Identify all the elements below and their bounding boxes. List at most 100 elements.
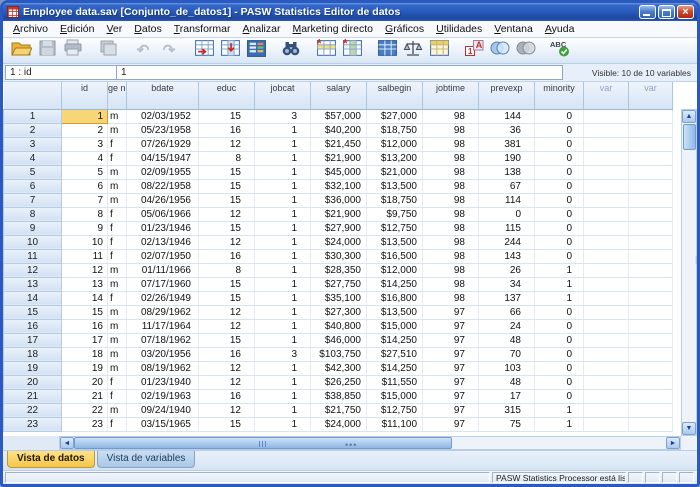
- cell[interactable]: 0: [535, 193, 584, 207]
- cell[interactable]: 98: [423, 207, 479, 221]
- cell[interactable]: m: [108, 305, 127, 319]
- cell[interactable]: 0: [535, 109, 584, 123]
- cell[interactable]: 97: [423, 333, 479, 347]
- cell[interactable]: 98: [423, 137, 479, 151]
- cell[interactable]: $18,750: [367, 123, 423, 137]
- cell[interactable]: 1: [255, 277, 311, 291]
- cell[interactable]: 137: [479, 291, 535, 305]
- cell[interactable]: f: [108, 207, 127, 221]
- cell[interactable]: 67: [479, 179, 535, 193]
- cell[interactable]: [629, 389, 673, 403]
- column-header-salary[interactable]: salary: [311, 82, 367, 109]
- cell[interactable]: 02/26/1949: [127, 291, 199, 305]
- cell[interactable]: 97: [423, 305, 479, 319]
- cell[interactable]: [629, 347, 673, 361]
- row-header-19[interactable]: 19: [4, 361, 62, 375]
- cell[interactable]: [584, 123, 629, 137]
- cell[interactable]: $14,250: [367, 333, 423, 347]
- cell[interactable]: 98: [423, 165, 479, 179]
- cell[interactable]: 12: [62, 263, 108, 277]
- cell[interactable]: 1: [255, 151, 311, 165]
- cell[interactable]: m: [108, 263, 127, 277]
- row-header-14[interactable]: 14: [4, 291, 62, 305]
- save-button[interactable]: [34, 40, 60, 62]
- cell[interactable]: [629, 235, 673, 249]
- cell[interactable]: 97: [423, 403, 479, 417]
- maximize-button[interactable]: [658, 5, 675, 19]
- column-header-var[interactable]: var: [629, 82, 673, 109]
- cell[interactable]: 3: [255, 347, 311, 361]
- cell[interactable]: 15: [199, 417, 255, 431]
- cell[interactable]: $21,450: [311, 137, 367, 151]
- cell[interactable]: [629, 165, 673, 179]
- cell[interactable]: 16: [199, 389, 255, 403]
- cell[interactable]: $45,000: [311, 165, 367, 179]
- cell[interactable]: 114: [479, 193, 535, 207]
- row-header-4[interactable]: 4: [4, 151, 62, 165]
- cell[interactable]: 5: [62, 165, 108, 179]
- cell[interactable]: m: [108, 333, 127, 347]
- cell[interactable]: [629, 109, 673, 123]
- variables-button[interactable]: [243, 40, 269, 62]
- cell[interactable]: 0: [535, 375, 584, 389]
- cell[interactable]: 02/07/1950: [127, 249, 199, 263]
- cell[interactable]: 1: [255, 291, 311, 305]
- cell[interactable]: 115: [479, 221, 535, 235]
- cell[interactable]: [584, 319, 629, 333]
- cell[interactable]: [584, 361, 629, 375]
- cell[interactable]: 04/26/1956: [127, 193, 199, 207]
- cell[interactable]: $21,900: [311, 207, 367, 221]
- cell[interactable]: [584, 137, 629, 151]
- cell[interactable]: $16,800: [367, 291, 423, 305]
- cell[interactable]: $14,250: [367, 361, 423, 375]
- cell[interactable]: 1: [255, 319, 311, 333]
- value-labels-button[interactable]: 1A: [461, 40, 487, 62]
- cell[interactable]: 244: [479, 235, 535, 249]
- menu-transformar[interactable]: Transformar: [168, 22, 237, 36]
- row-header-8[interactable]: 8: [4, 207, 62, 221]
- cell[interactable]: m: [108, 319, 127, 333]
- cell[interactable]: $16,500: [367, 249, 423, 263]
- cell[interactable]: [629, 123, 673, 137]
- use-variable-sets-button[interactable]: [487, 40, 513, 62]
- cell[interactable]: 0: [535, 319, 584, 333]
- cell[interactable]: 3: [62, 137, 108, 151]
- tab-vista-de-datos[interactable]: Vista de datos: [7, 451, 95, 468]
- cell[interactable]: 07/26/1929: [127, 137, 199, 151]
- cell[interactable]: 10: [62, 235, 108, 249]
- cell[interactable]: m: [108, 123, 127, 137]
- cell[interactable]: $27,900: [311, 221, 367, 235]
- row-header-22[interactable]: 22: [4, 403, 62, 417]
- cell[interactable]: 15: [199, 277, 255, 291]
- cell[interactable]: 97: [423, 347, 479, 361]
- cell[interactable]: 98: [423, 221, 479, 235]
- cell[interactable]: 15: [199, 179, 255, 193]
- cell[interactable]: $30,300: [311, 249, 367, 263]
- cell[interactable]: $11,550: [367, 375, 423, 389]
- cell[interactable]: 0: [535, 347, 584, 361]
- cell[interactable]: [629, 361, 673, 375]
- cell[interactable]: [629, 291, 673, 305]
- row-header-3[interactable]: 3: [4, 137, 62, 151]
- scroll-up-arrow-icon[interactable]: ▲: [682, 110, 696, 123]
- cell[interactable]: 98: [423, 193, 479, 207]
- cell[interactable]: [584, 417, 629, 431]
- cell[interactable]: 24: [479, 319, 535, 333]
- cell[interactable]: 6: [62, 179, 108, 193]
- cell[interactable]: 0: [535, 179, 584, 193]
- cell[interactable]: 02/09/1955: [127, 165, 199, 179]
- cell[interactable]: 0: [535, 389, 584, 403]
- cell[interactable]: 97: [423, 319, 479, 333]
- row-header-10[interactable]: 10: [4, 235, 62, 249]
- cell[interactable]: 0: [535, 207, 584, 221]
- select-cases-button[interactable]: [426, 40, 452, 62]
- cell[interactable]: 02/03/1952: [127, 109, 199, 123]
- cell[interactable]: 23: [62, 417, 108, 431]
- insert-variable-button[interactable]: *: [339, 40, 365, 62]
- column-header-var[interactable]: var: [584, 82, 629, 109]
- cell[interactable]: 16: [199, 347, 255, 361]
- cell[interactable]: 01/23/1946: [127, 221, 199, 235]
- cell[interactable]: 19: [62, 361, 108, 375]
- cell[interactable]: 21: [62, 389, 108, 403]
- row-header-5[interactable]: 5: [4, 165, 62, 179]
